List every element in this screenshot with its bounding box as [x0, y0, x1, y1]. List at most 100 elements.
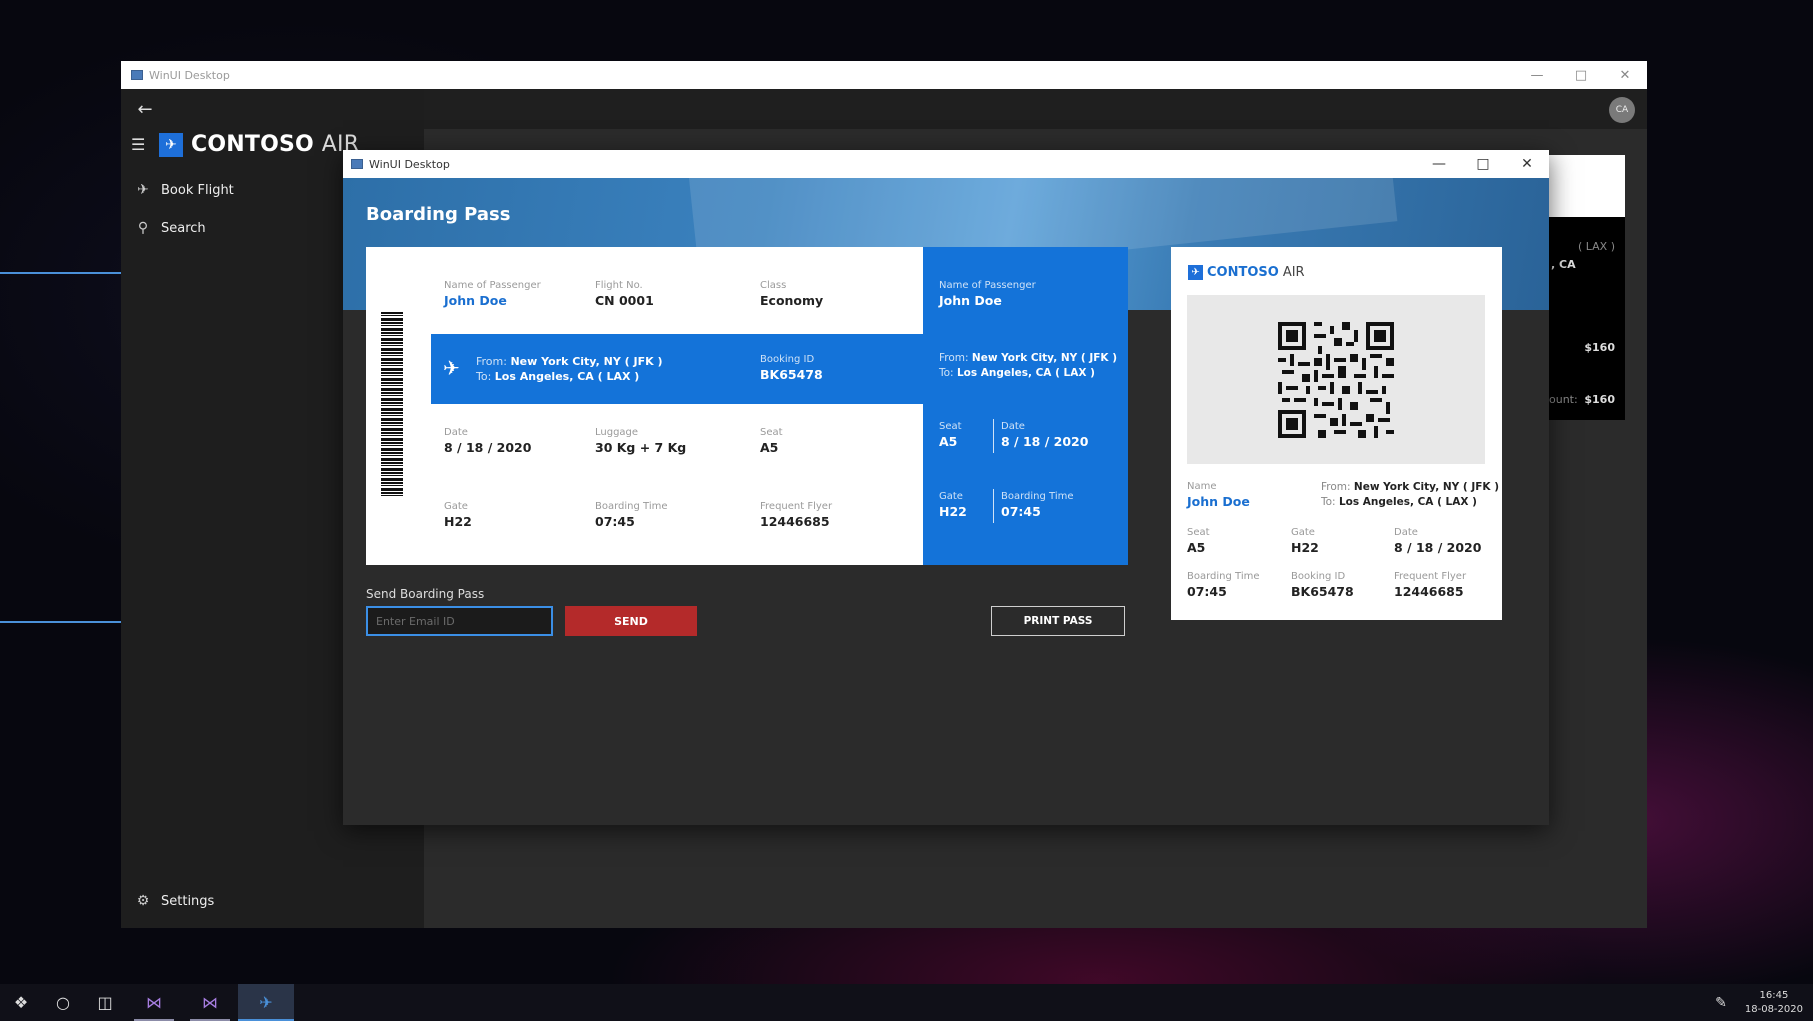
minimize-icon[interactable]: — [1515, 61, 1559, 89]
airplane-icon: ✈ [137, 182, 149, 198]
qr-booking-value: BK65478 [1291, 584, 1354, 599]
qr-to-prefix: To: [1321, 496, 1336, 508]
side-passenger-name: John Doe [939, 293, 1002, 308]
hamburger-menu-icon[interactable]: ☰ [131, 135, 149, 154]
route-info: From: New York City, NY ( JFK ) To: Los … [476, 354, 662, 384]
brand-header: ☰ ✈ CONTOSO AIR [131, 132, 359, 157]
side-divider [993, 419, 994, 453]
qr-seat-value: A5 [1187, 540, 1206, 555]
qr-to-city: Los Angeles, CA ( LAX ) [1338, 496, 1477, 508]
clock-date: 18-08-2020 [1744, 1003, 1803, 1015]
qr-boarding-field: Boarding Time 07:45 [1187, 571, 1260, 599]
qr-date-value: 8 / 18 / 2020 [1394, 540, 1482, 555]
qr-gate-value: H22 [1291, 540, 1319, 555]
gate-field: Gate H22 [444, 501, 472, 529]
barcode-icon [381, 312, 403, 497]
qr-booking-label: Booking ID [1291, 571, 1346, 582]
email-input[interactable] [366, 606, 553, 636]
flight-label: Flight No. [595, 280, 643, 291]
contoso-air-taskbar-icon[interactable]: ✈ [238, 984, 294, 1021]
qr-boarding-label: Boarding Time [1187, 571, 1260, 582]
app-icon [131, 70, 143, 80]
cortana-search-icon[interactable]: ○ [42, 984, 84, 1021]
boarding-time-field: Boarding Time 07:45 [595, 501, 668, 529]
modal-window-controls: — □ ✕ [1417, 150, 1549, 178]
date-value: 8 / 18 / 2020 [444, 440, 532, 455]
clock[interactable]: 16:45 18-08-2020 [1745, 989, 1803, 1017]
seat-field: Seat A5 [760, 427, 783, 455]
side-seat-label: Seat [939, 421, 962, 432]
qr-gate-label: Gate [1291, 527, 1315, 538]
maximize-icon[interactable]: □ [1461, 150, 1505, 178]
side-from-city: New York City, NY ( JFK ) [971, 352, 1118, 364]
main-window-title: WinUI Desktop [149, 68, 230, 82]
task-view-icon[interactable]: ◫ [84, 984, 126, 1021]
qr-brand-bold: CONTOSO [1207, 265, 1279, 280]
nav-item-settings[interactable]: ⚙ Settings [133, 893, 215, 909]
qr-brand-thin: AIR [1282, 265, 1305, 280]
side-boarding-label: Boarding Time [1001, 491, 1074, 502]
side-from-prefix: From: [939, 352, 969, 364]
search-icon: ⚲ [137, 220, 149, 236]
qr-code-icon [1278, 322, 1394, 438]
background-city: , CA [1551, 258, 1576, 271]
main-titlebar: WinUI Desktop — □ ✕ [121, 61, 1647, 89]
side-date-field: Date 8 / 18 / 2020 [1001, 421, 1088, 449]
passenger-label: Name of Passenger [444, 280, 541, 291]
side-seat-field: Seat A5 [939, 421, 962, 449]
brand-name: CONTOSO AIR [191, 132, 359, 157]
maximize-icon[interactable]: □ [1559, 61, 1603, 89]
visual-studio-icon[interactable]: ⋈ [126, 984, 182, 1021]
send-button[interactable]: SEND [565, 606, 697, 636]
close-icon[interactable]: ✕ [1603, 61, 1647, 89]
boarding-time-label: Boarding Time [595, 501, 668, 512]
frequent-flyer-value: 12446685 [760, 514, 830, 529]
qr-booking-field: Booking ID BK65478 [1291, 571, 1354, 599]
windows-start-icon[interactable]: ❖ [0, 984, 42, 1021]
ticket-side-panel: Name of Passenger John Doe From: New Yor… [923, 247, 1128, 565]
side-date-value: 8 / 18 / 2020 [1001, 434, 1089, 449]
back-arrow-icon[interactable]: ← [133, 97, 157, 121]
system-tray: ✎ 16:45 18-08-2020 [1715, 984, 1803, 1021]
class-value: Economy [760, 293, 824, 308]
side-divider [993, 489, 994, 523]
qr-pass-card: ✈ CONTOSO AIR Name John Doe From: New Yo… [1171, 247, 1502, 620]
background-price: $160 [1584, 341, 1615, 354]
nav-item-book-flight[interactable]: ✈ Book Flight [133, 182, 234, 198]
qr-name-label: Name [1187, 481, 1217, 492]
ticket-route-band: ✈ From: New York City, NY ( JFK ) To: Lo… [431, 334, 923, 404]
clock-time: 16:45 [1759, 989, 1789, 1001]
side-route-info: From: New York City, NY ( JFK ) To: Los … [939, 351, 1117, 381]
side-boarding-value: 07:45 [1001, 504, 1041, 519]
frequent-flyer-label: Frequent Flyer [760, 501, 833, 512]
luggage-field: Luggage 30 Kg + 7 Kg [595, 427, 686, 455]
qr-code-area [1187, 295, 1485, 464]
ticket-stub [366, 247, 431, 565]
booking-label: Booking ID [760, 354, 815, 365]
close-icon[interactable]: ✕ [1505, 150, 1549, 178]
nav-item-search[interactable]: ⚲ Search [133, 220, 206, 236]
side-gate-field: Gate H22 [939, 491, 967, 519]
qr-from-prefix: From: [1321, 481, 1351, 493]
modal-titlebar: WinUI Desktop — □ ✕ [343, 150, 1549, 178]
class-field: Class Economy [760, 280, 823, 308]
app-icon [351, 159, 363, 169]
qr-flyer-field: Frequent Flyer 12446685 [1394, 571, 1466, 599]
taskbar: ❖ ○ ◫ ⋈ ⋈ ✈ ✎ 16:45 18-08-2020 [0, 984, 1813, 1021]
qr-name-field: Name John Doe [1187, 481, 1250, 509]
minimize-icon[interactable]: — [1417, 150, 1461, 178]
side-date-label: Date [1001, 421, 1025, 432]
boarding-time-value: 07:45 [595, 514, 635, 529]
gear-icon: ⚙ [136, 893, 150, 909]
seat-value: A5 [760, 440, 779, 455]
avatar[interactable]: CA [1609, 97, 1635, 123]
print-pass-button[interactable]: PRINT PASS [991, 606, 1125, 636]
passenger-name: John Doe [444, 293, 507, 308]
qr-route-info: From: New York City, NY ( JFK ) To: Los … [1321, 480, 1499, 510]
visual-studio-icon[interactable]: ⋈ [182, 984, 238, 1021]
qr-seat-label: Seat [1187, 527, 1210, 538]
background-amount-label: ount: [1549, 393, 1578, 406]
booking-field: Booking ID BK65478 [760, 354, 823, 382]
side-passenger-field: Name of Passenger John Doe [939, 280, 1036, 308]
pen-icon[interactable]: ✎ [1715, 995, 1727, 1011]
